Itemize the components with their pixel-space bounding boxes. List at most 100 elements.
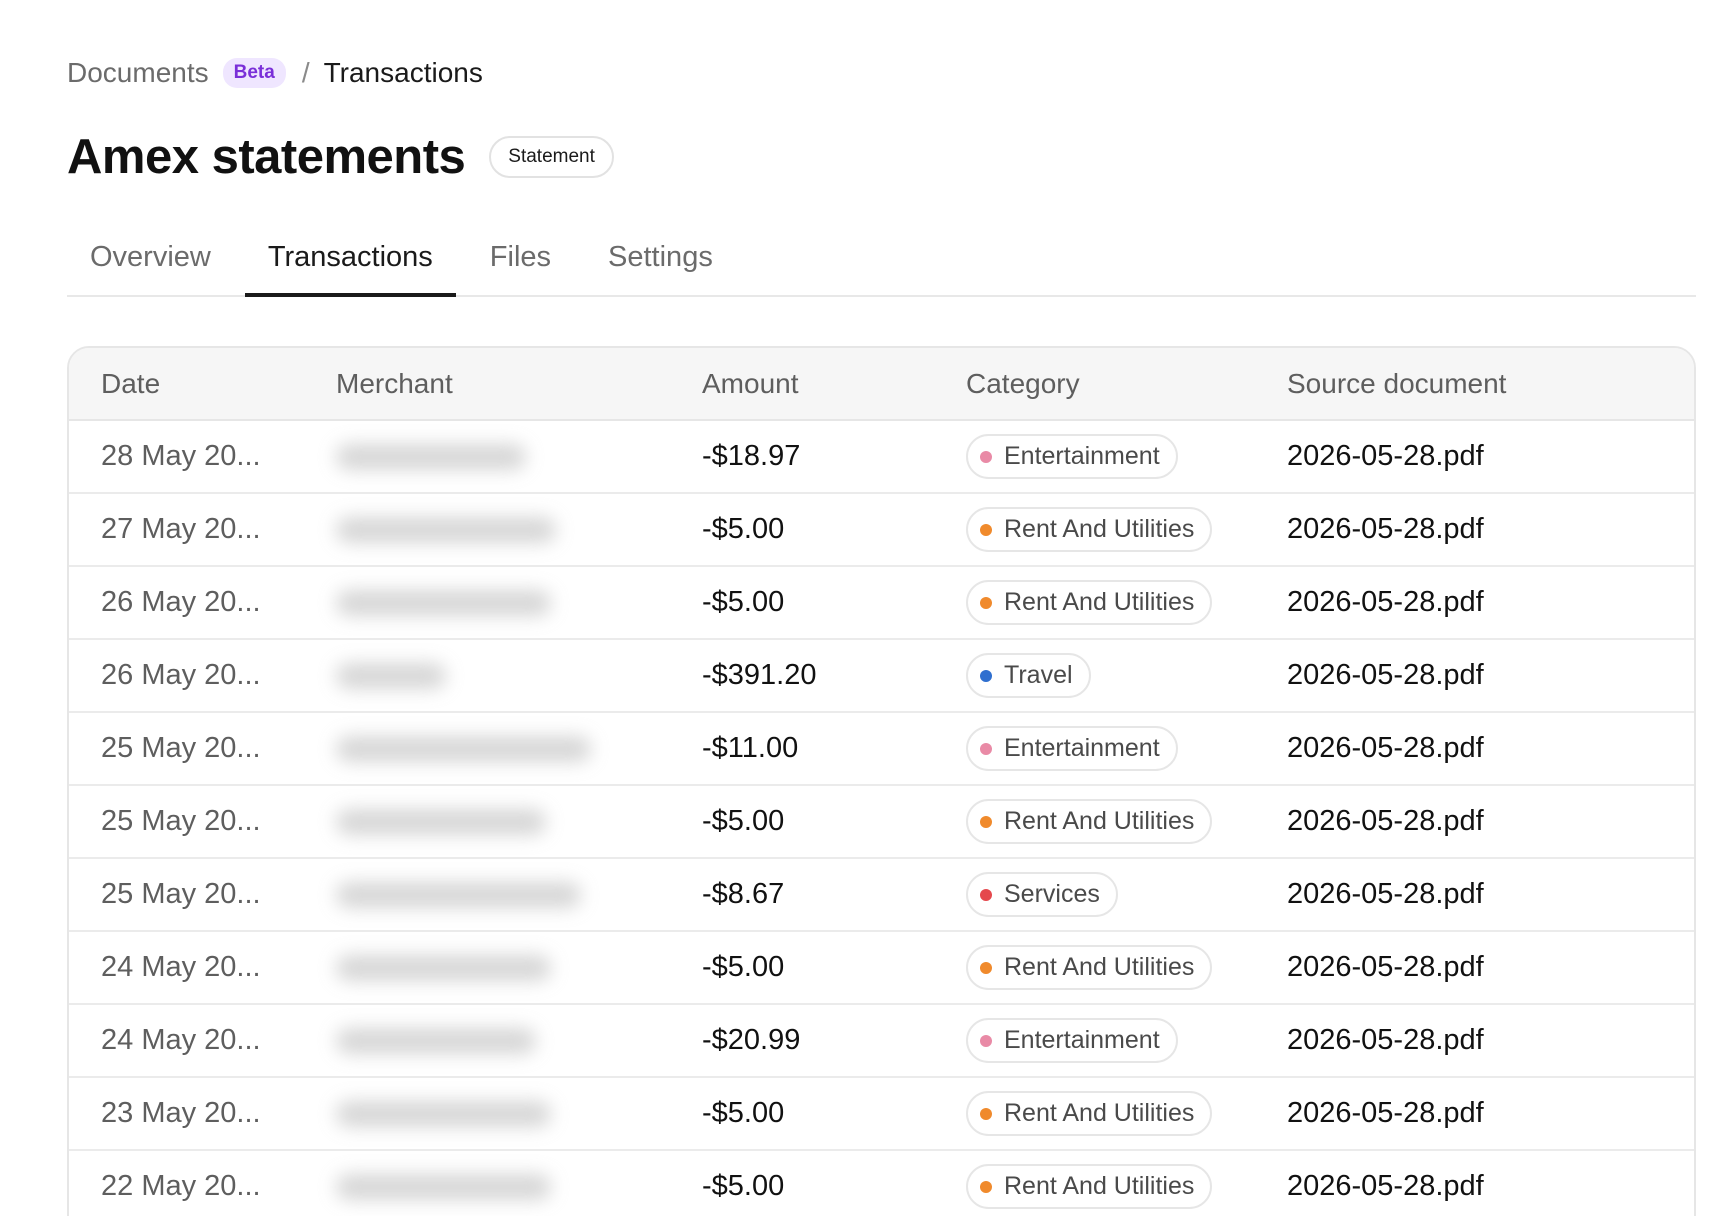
table-header-row: Date Merchant Amount Category Source doc… (69, 348, 1694, 421)
source-document-link[interactable]: 2026-05-28.pdf (1281, 858, 1694, 932)
transaction-merchant-redacted (324, 493, 695, 567)
transaction-amount: -$391.20 (695, 639, 959, 713)
category-dot-icon (980, 1107, 992, 1120)
breadcrumb-current: Transactions (323, 57, 483, 88)
transaction-merchant-redacted (324, 1077, 695, 1151)
column-header-category[interactable]: Category (959, 348, 1281, 421)
table-row[interactable]: 26 May 20... -$391.20 Travel 2026-05-28.pdf (69, 639, 1694, 713)
source-document-link[interactable]: 2026-05-28.pdf (1281, 785, 1694, 859)
tab-files[interactable]: Files (467, 230, 574, 297)
breadcrumb-separator: / (301, 57, 310, 88)
transaction-merchant-redacted (324, 785, 695, 859)
category-pill[interactable]: Entertainment (966, 726, 1178, 771)
category-label: Entertainment (1004, 1026, 1160, 1054)
source-document-link[interactable]: 2026-05-28.pdf (1281, 566, 1694, 640)
category-pill[interactable]: Rent And Utilities (966, 1091, 1213, 1136)
redacted-merchant-text (336, 1173, 551, 1200)
source-document-link[interactable]: 2026-05-28.pdf (1281, 493, 1694, 567)
breadcrumb: Documents Beta / Transactions (67, 55, 483, 91)
category-label: Entertainment (1004, 442, 1160, 470)
category-label: Rent And Utilities (1004, 1172, 1195, 1200)
category-label: Rent And Utilities (1004, 515, 1195, 543)
transaction-merchant-redacted (324, 639, 695, 713)
transaction-date: 26 May 20... (69, 566, 324, 640)
transaction-category: Rent And Utilities (959, 1150, 1281, 1216)
source-document-link[interactable]: 2026-05-28.pdf (1281, 1077, 1694, 1151)
category-pill[interactable]: Rent And Utilities (966, 799, 1213, 844)
table-row[interactable]: 22 May 20... -$5.00 Rent And Utilities 2026… (69, 1150, 1694, 1216)
transaction-merchant-redacted (324, 712, 695, 786)
source-document-link[interactable]: 2026-05-28.pdf (1281, 1004, 1694, 1078)
category-pill[interactable]: Services (966, 872, 1118, 917)
source-document-link[interactable]: 2026-05-28.pdf (1281, 931, 1694, 1005)
table-row[interactable]: 25 May 20... -$8.67 Services 2026-05-28.pdf (69, 858, 1694, 932)
transaction-amount: -$5.00 (695, 931, 959, 1005)
transaction-category: Rent And Utilities (959, 931, 1281, 1005)
redacted-merchant-text (336, 662, 446, 689)
redacted-merchant-text (336, 808, 546, 835)
transaction-category: Entertainment (959, 1004, 1281, 1078)
tab-transactions[interactable]: Transactions (244, 230, 456, 297)
title-row: Amex statements Statement (67, 128, 614, 186)
redacted-merchant-text (336, 1100, 551, 1127)
category-dot-icon (980, 742, 992, 755)
transaction-category: Rent And Utilities (959, 493, 1281, 567)
table-row[interactable]: 27 May 20... -$5.00 Rent And Utilities 2026… (69, 493, 1694, 567)
table-row[interactable]: 24 May 20... -$20.99 Entertainment 2026-05-… (69, 1004, 1694, 1078)
category-label: Rent And Utilities (1004, 807, 1195, 835)
tab-bar: Overview Transactions Files Settings (67, 230, 1696, 297)
source-document-link[interactable]: 2026-05-28.pdf (1281, 420, 1694, 494)
transaction-amount: -$5.00 (695, 493, 959, 567)
transaction-amount: -$18.97 (695, 420, 959, 494)
source-document-link[interactable]: 2026-05-28.pdf (1281, 712, 1694, 786)
category-dot-icon (980, 961, 992, 974)
category-pill[interactable]: Rent And Utilities (966, 945, 1213, 990)
category-pill[interactable]: Rent And Utilities (966, 580, 1213, 625)
category-label: Services (1004, 880, 1100, 908)
transaction-amount: -$20.99 (695, 1004, 959, 1078)
column-header-amount[interactable]: Amount (695, 348, 959, 421)
transaction-amount: -$5.00 (695, 1077, 959, 1151)
category-dot-icon (980, 523, 992, 536)
category-pill[interactable]: Entertainment (966, 434, 1178, 479)
category-pill[interactable]: Entertainment (966, 1018, 1178, 1063)
table-row[interactable]: 28 May 20... -$18.97 Entertainment 2026-05-… (69, 420, 1694, 494)
column-header-merchant[interactable]: Merchant (324, 348, 695, 421)
category-dot-icon (980, 1180, 992, 1193)
source-document-link[interactable]: 2026-05-28.pdf (1281, 1150, 1694, 1216)
source-document-link[interactable]: 2026-05-28.pdf (1281, 639, 1694, 713)
category-pill[interactable]: Rent And Utilities (966, 1164, 1213, 1209)
category-dot-icon (980, 888, 992, 901)
table-row[interactable]: 26 May 20... -$5.00 Rent And Utilities 2026… (69, 566, 1694, 640)
category-dot-icon (980, 815, 992, 828)
tab-settings[interactable]: Settings (585, 230, 736, 297)
redacted-merchant-text (336, 516, 556, 543)
tab-overview[interactable]: Overview (67, 230, 234, 297)
transaction-date: 23 May 20... (69, 1077, 324, 1151)
transaction-amount: -$5.00 (695, 566, 959, 640)
table-row[interactable]: 25 May 20... -$11.00 Entertainment 2026-05-… (69, 712, 1694, 786)
redacted-merchant-text (336, 1027, 536, 1054)
category-dot-icon (980, 669, 992, 682)
transactions-table: Date Merchant Amount Category Source doc… (67, 346, 1696, 1216)
transaction-category: Entertainment (959, 420, 1281, 494)
column-header-source-document[interactable]: Source document (1281, 348, 1694, 421)
transaction-merchant-redacted (324, 858, 695, 932)
transaction-category: Travel (959, 639, 1281, 713)
transaction-amount: -$5.00 (695, 1150, 959, 1216)
transaction-amount: -$8.67 (695, 858, 959, 932)
category-pill[interactable]: Rent And Utilities (966, 507, 1213, 552)
transaction-merchant-redacted (324, 566, 695, 640)
category-pill[interactable]: Travel (966, 653, 1091, 698)
column-header-date[interactable]: Date (69, 348, 324, 421)
redacted-merchant-text (336, 735, 591, 762)
transaction-category: Services (959, 858, 1281, 932)
transaction-date: 25 May 20... (69, 712, 324, 786)
table-row[interactable]: 25 May 20... -$5.00 Rent And Utilities 2026… (69, 785, 1694, 859)
table-row[interactable]: 24 May 20... -$5.00 Rent And Utilities 2026… (69, 931, 1694, 1005)
table-row[interactable]: 23 May 20... -$5.00 Rent And Utilities 2026… (69, 1077, 1694, 1151)
category-label: Rent And Utilities (1004, 953, 1195, 981)
breadcrumb-documents-link[interactable]: Documents (67, 57, 209, 89)
category-dot-icon (980, 1034, 992, 1047)
category-label: Rent And Utilities (1004, 588, 1195, 616)
